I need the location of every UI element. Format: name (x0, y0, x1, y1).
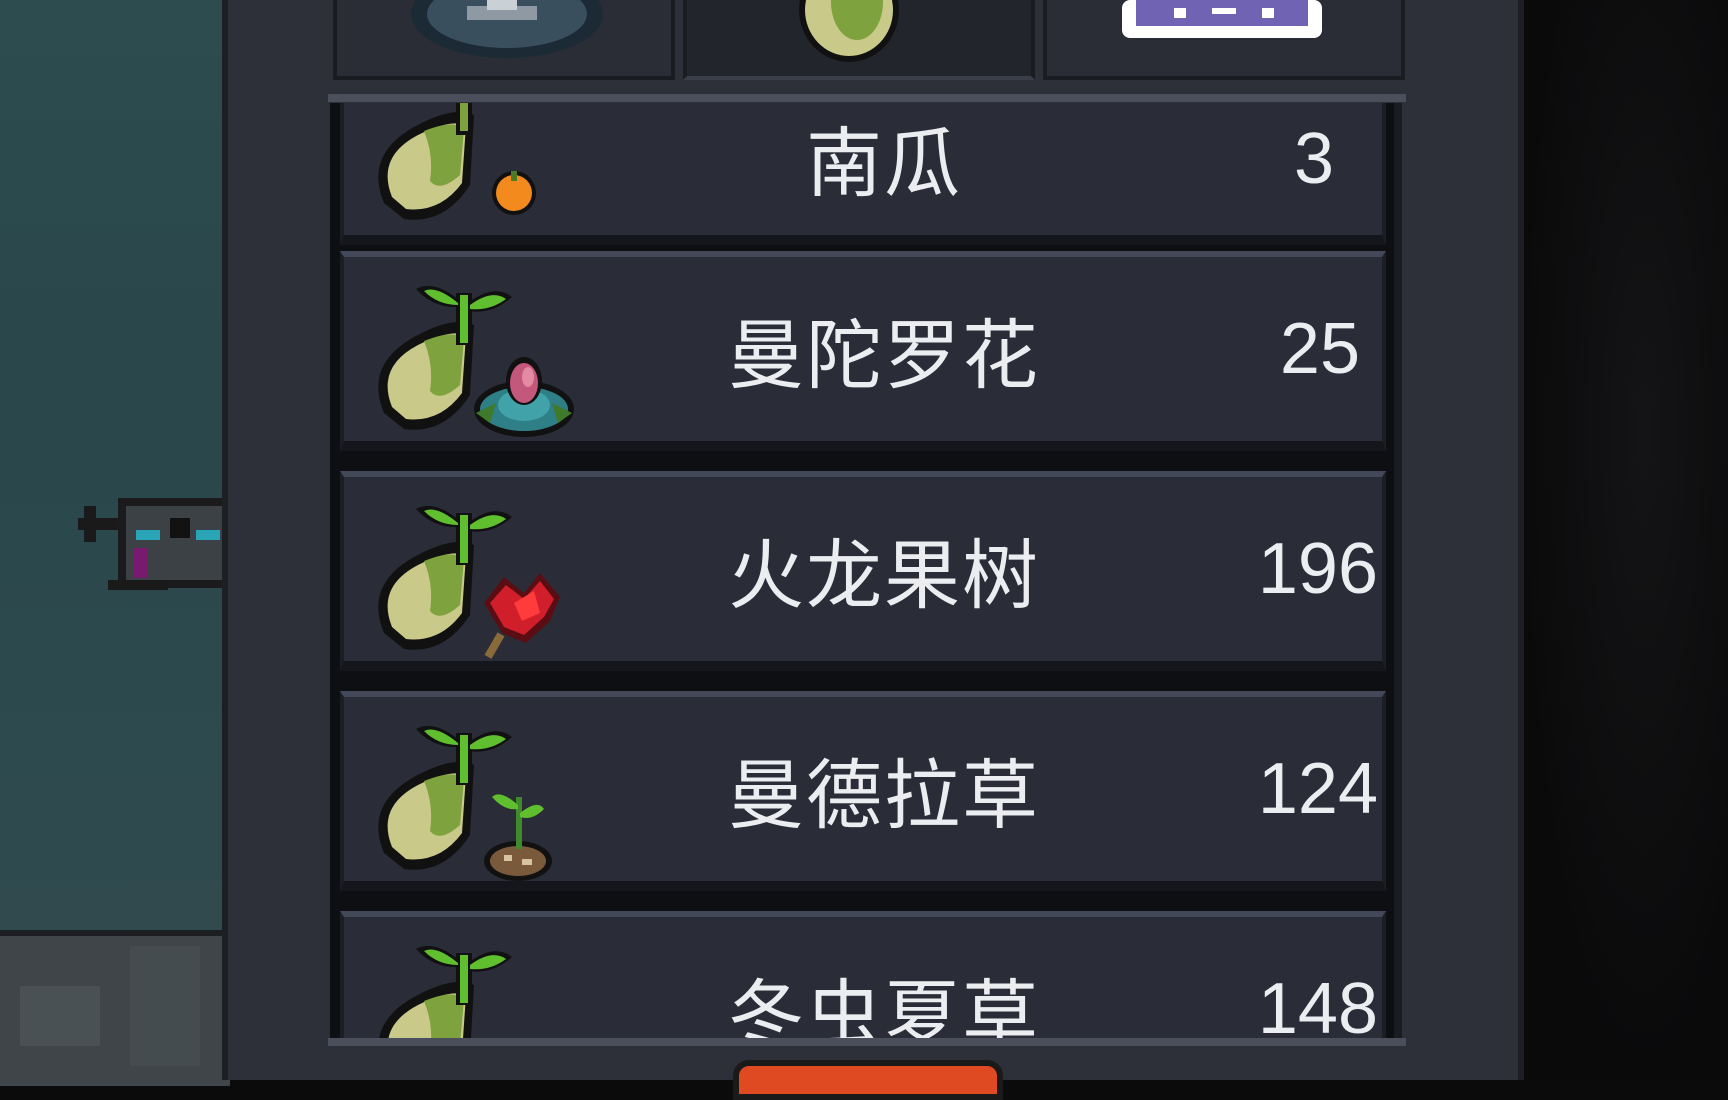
seed-count: 25 (1279, 309, 1360, 389)
seed-row-dragonfruit[interactable]: 火龙果树 196 (340, 471, 1386, 671)
list-bottom-divider (328, 1038, 1406, 1046)
seed-row-cordyceps[interactable]: 冬虫夏草 148 (340, 911, 1386, 1043)
datura-seed-icon (378, 285, 574, 437)
pumpkin-seed-icon (378, 103, 536, 220)
tab-seeds[interactable] (683, 0, 1035, 80)
stone-floor (0, 930, 230, 1086)
purple-chest-icon (1122, 0, 1322, 38)
dark-overlay (1518, 0, 1728, 1080)
mandrake-seed-icon (378, 725, 552, 881)
tab-machines[interactable] (333, 0, 675, 80)
seed-name: 火龙果树 (728, 531, 1040, 620)
seed-name: 曼德拉草 (728, 751, 1040, 840)
seed-count: 196 (1257, 529, 1378, 609)
seed-name: 南瓜 (806, 119, 962, 208)
seed-name: 冬虫夏草 (728, 971, 1040, 1043)
confirm-button[interactable] (733, 1060, 1003, 1100)
seed-row-mandrake[interactable]: 曼德拉草 124 (340, 691, 1386, 891)
seed-list[interactable]: 南瓜 3 曼陀罗花 25 火龙果树 196 曼德拉草 124 冬虫夏草 148 (330, 103, 1394, 1043)
game-world-background (0, 0, 230, 1086)
cat-creature-sprite (78, 498, 228, 590)
seed-count: 124 (1257, 749, 1378, 829)
seed-name: 曼陀罗花 (728, 311, 1040, 400)
tab-divider (328, 94, 1406, 102)
dragonfruit-seed-icon (378, 505, 560, 659)
seed-count: 3 (1293, 119, 1334, 199)
cordyceps-seed-icon (378, 945, 512, 1043)
seed-row-pumpkin[interactable]: 南瓜 3 (340, 103, 1386, 245)
tab-chests[interactable] (1043, 0, 1405, 80)
list-scrollbar[interactable] (1394, 103, 1402, 1038)
gear-machine-icon (411, 0, 603, 58)
seed-count: 148 (1257, 969, 1378, 1043)
seed-row-datura[interactable]: 曼陀罗花 25 (340, 251, 1386, 451)
seed-icon (799, 0, 899, 62)
